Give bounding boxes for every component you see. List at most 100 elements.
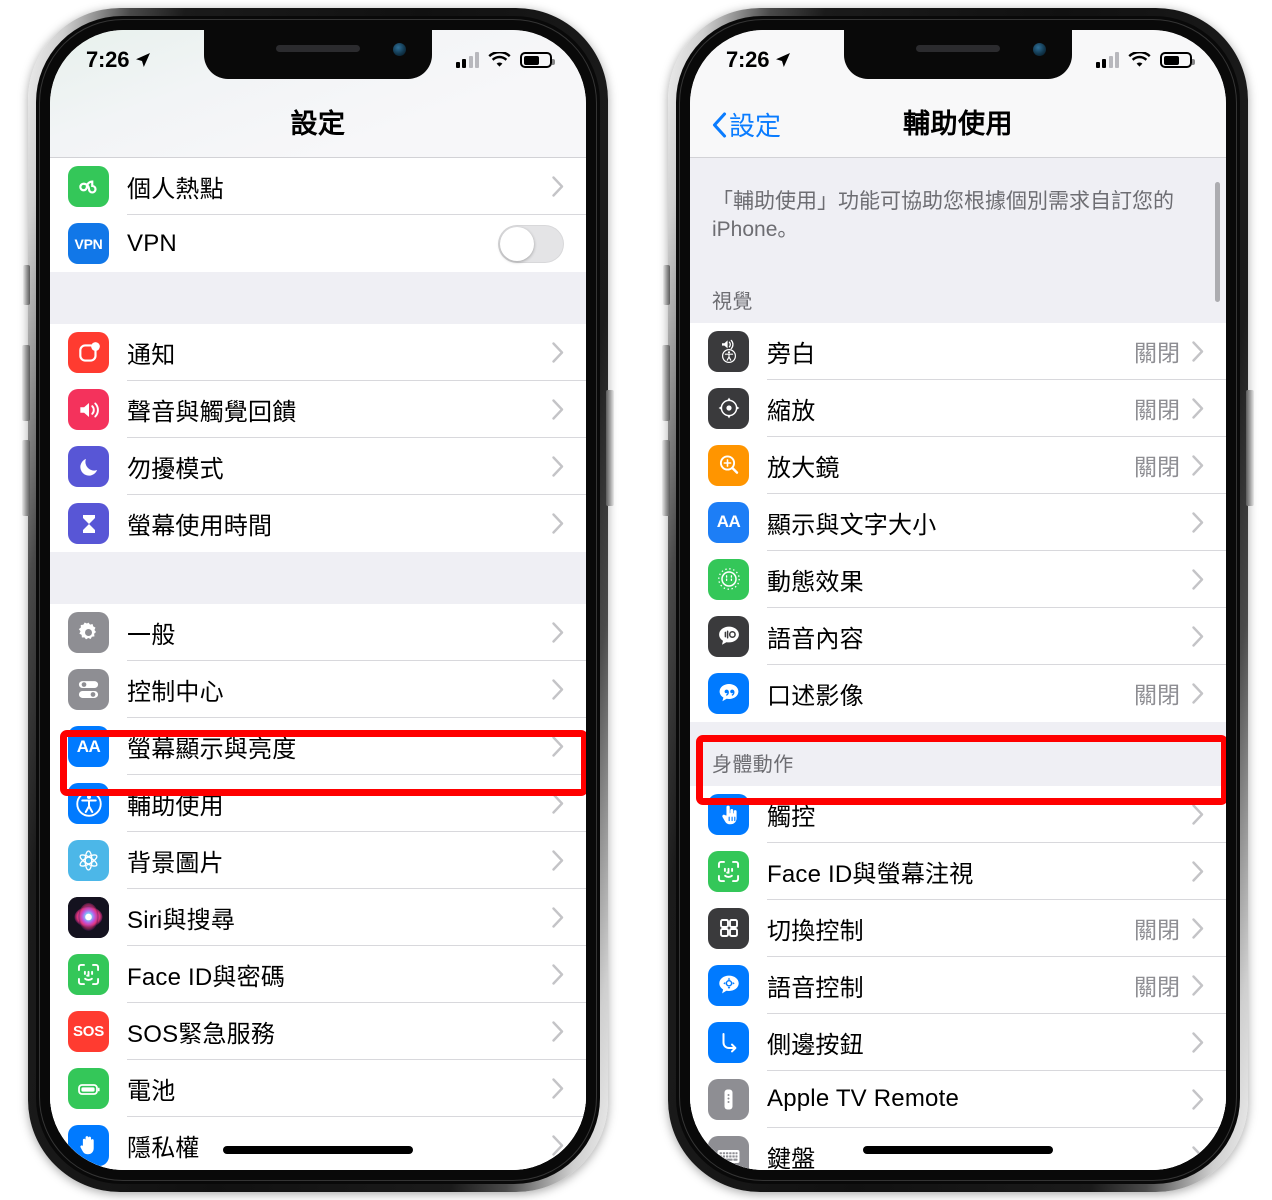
list-scroll-indicator[interactable] — [1215, 182, 1220, 302]
accessibility-row-motion[interactable]: 動態效果 — [690, 550, 1226, 608]
accessibility-row-zoom[interactable]: 縮放 關閉 — [690, 379, 1226, 437]
accessibility-row-label: 觸控 — [767, 803, 816, 831]
accessibility-row-face-id-attention[interactable]: Face ID與螢幕注視 — [690, 842, 1226, 900]
chevron-right-icon — [552, 793, 564, 814]
accessibility-row-display-text-size[interactable]: AA 顯示與文字大小 — [690, 493, 1226, 551]
chevron-right-icon — [1192, 974, 1204, 996]
chevron-right-icon — [1192, 1031, 1204, 1053]
settings-row-label: VPN — [127, 229, 177, 257]
settings-row-label: 通知 — [127, 342, 176, 369]
volume-down-button-left[interactable] — [22, 440, 30, 516]
settings-row-notifications[interactable]: 通知 — [50, 324, 586, 381]
volume-up-button-right[interactable] — [662, 345, 670, 421]
settings-row-general[interactable]: 一般 — [50, 604, 586, 661]
accessibility-row-label: 口述影像 — [767, 682, 864, 710]
group-spacer — [50, 272, 586, 324]
mute-switch-right[interactable] — [663, 265, 670, 305]
settings-row-accessibility[interactable]: 輔助使用 — [50, 775, 586, 832]
volume-down-button-right[interactable] — [662, 440, 670, 516]
battery-icon — [1160, 52, 1195, 68]
settings-group-connectivity: 個人熱點 VPN VPN — [50, 158, 586, 272]
chevron-right-icon — [552, 1021, 564, 1042]
chevron-right-icon — [1192, 340, 1204, 362]
location-arrow-icon — [776, 53, 791, 67]
section-header-vision: 視覺 — [690, 258, 1226, 323]
settings-row-battery[interactable]: 電池 — [50, 1060, 586, 1117]
apple-tv-remote-icon — [708, 1078, 749, 1120]
accessibility-row-label: 側邊按鈕 — [767, 1031, 864, 1059]
settings-row-label: 控制中心 — [127, 679, 224, 706]
accessibility-row-voiceover[interactable]: 旁白 關閉 — [690, 322, 1226, 380]
chevron-right-icon — [552, 622, 564, 643]
settings-row-label: 螢幕顯示與亮度 — [127, 736, 297, 763]
settings-row-label: 輔助使用 — [127, 793, 224, 820]
accessibility-row-label: 旁白 — [767, 340, 816, 368]
battery-icon — [68, 1068, 109, 1109]
accessibility-row-label: 鍵盤 — [767, 1145, 816, 1170]
chevron-right-icon — [1192, 397, 1204, 419]
right-phone-screen: 設定 輔助使用 7:26 「輔助使用」功能可協助您根據個別需求自訂您的 iPho… — [690, 30, 1226, 1170]
chevron-right-icon — [1192, 454, 1204, 476]
side-power-button-left[interactable] — [606, 390, 614, 506]
settings-row-label: 勿擾模式 — [127, 456, 224, 483]
accessibility-row-audio-descriptions[interactable]: 口述影像 關閉 — [690, 664, 1226, 722]
notch-left — [204, 30, 432, 79]
settings-row-control-center[interactable]: 控制中心 — [50, 661, 586, 718]
zoom-icon — [708, 387, 749, 429]
settings-row-label: Siri與搜尋 — [127, 907, 236, 934]
magnifier-icon — [708, 444, 749, 486]
privacy-hand-icon — [68, 1125, 109, 1166]
chevron-right-icon — [552, 176, 564, 197]
accessibility-row-magnifier[interactable]: 放大鏡 關閉 — [690, 436, 1226, 494]
status-time: 7:26 — [86, 47, 130, 72]
settings-row-display-brightness[interactable]: AA 螢幕顯示與亮度 — [50, 718, 586, 775]
accessibility-row-switch-control[interactable]: 切換控制 關閉 — [690, 899, 1226, 957]
settings-group-alerts: 通知 聲音與觸覺回饋 勿擾模式 螢幕使用時間 — [50, 324, 586, 552]
chevron-right-icon — [552, 513, 564, 534]
settings-row-do-not-disturb[interactable]: 勿擾模式 — [50, 438, 586, 495]
do-not-disturb-icon — [68, 446, 109, 487]
chevron-right-icon — [552, 1078, 564, 1099]
voiceover-icon — [708, 330, 749, 372]
accessibility-row-side-button[interactable]: 側邊按鈕 — [690, 1013, 1226, 1071]
notifications-icon — [68, 332, 109, 373]
accessibility-row-voice-control[interactable]: 語音控制 關閉 — [690, 956, 1226, 1014]
chevron-right-icon — [552, 736, 564, 757]
chevron-right-icon — [1192, 568, 1204, 590]
chevron-right-icon — [552, 342, 564, 363]
settings-row-face-id-passcode[interactable]: Face ID與密碼 — [50, 946, 586, 1003]
home-indicator-left[interactable] — [223, 1146, 413, 1154]
settings-row-sounds-haptics[interactable]: 聲音與觸覺回饋 — [50, 381, 586, 438]
page-title: 輔助使用 — [903, 109, 1013, 139]
side-power-button-right[interactable] — [1246, 390, 1254, 506]
settings-row-siri-search[interactable]: Siri與搜尋 — [50, 889, 586, 946]
voice-control-icon — [708, 964, 749, 1006]
volume-up-button-left[interactable] — [22, 345, 30, 421]
chevron-right-icon — [552, 964, 564, 985]
accessibility-row-touch[interactable]: 觸控 — [690, 785, 1226, 843]
home-indicator-right[interactable] — [863, 1146, 1053, 1154]
accessibility-row-apple-tv-remote[interactable]: Apple TV Remote — [690, 1070, 1226, 1128]
settings-row-label: 個人熱點 — [127, 176, 224, 203]
accessibility-group-physical-motor: 觸控 Face ID與螢幕注視 切換控制 關閉 語音控制 關閉 側邊按鈕 App… — [690, 785, 1226, 1170]
vpn-toggle[interactable] — [498, 224, 564, 263]
accessibility-row-spoken-content[interactable]: 語音內容 — [690, 607, 1226, 665]
page-title: 設定 — [290, 109, 346, 139]
accessibility-list[interactable]: 「輔助使用」功能可協助您根據個別需求自訂您的 iPhone。 視覺 旁白 關閉 … — [690, 158, 1226, 1170]
settings-row-screen-time[interactable]: 螢幕使用時間 — [50, 495, 586, 552]
chevron-right-icon — [552, 850, 564, 871]
display-text-size-icon: AA — [708, 501, 749, 543]
siri-icon — [68, 897, 109, 938]
accessibility-group-vision: 旁白 關閉 縮放 關閉 放大鏡 關閉 AA 顯示與文字大小 動態效果 語音內容 … — [690, 322, 1226, 722]
mute-switch-left[interactable] — [23, 265, 30, 305]
settings-row-vpn[interactable]: VPN VPN — [50, 215, 586, 272]
accessibility-row-value: 關閉 — [1134, 397, 1180, 424]
settings-row-personal-hotspot[interactable]: 個人熱點 — [50, 158, 586, 215]
settings-row-wallpaper[interactable]: 背景圖片 — [50, 832, 586, 889]
settings-row-privacy[interactable]: 隱私權 — [50, 1117, 586, 1170]
settings-list[interactable]: 個人熱點 VPN VPN 通知 聲音與觸覺回饋 勿擾模式 螢幕使用時間 一般 控… — [50, 158, 586, 1170]
accessibility-row-value: 關閉 — [1134, 454, 1180, 481]
accessibility-row-label: 切換控制 — [767, 917, 864, 945]
settings-row-emergency-sos[interactable]: SOS SOS緊急服務 — [50, 1003, 586, 1060]
battery-icon — [520, 52, 555, 68]
